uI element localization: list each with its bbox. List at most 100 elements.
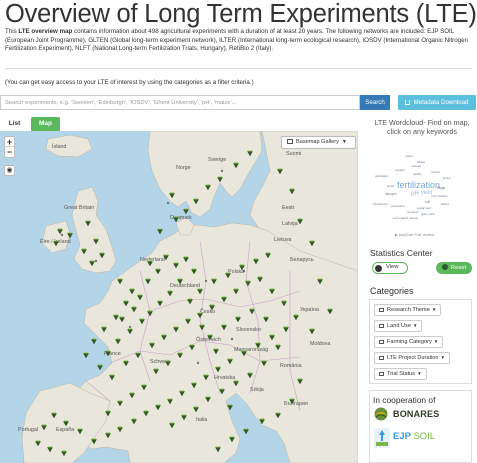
category-label: LTE Project Duration [387,355,439,361]
wordcloud-word[interactable]: maize [405,154,413,158]
reset-button[interactable]: Reset [436,262,472,274]
bonares-logo-text: BONARES [393,409,440,419]
map-label: Беларусь [290,257,314,263]
map-label: Magyarország [234,347,268,353]
search-input[interactable] [0,95,360,110]
metadata-download-button[interactable]: Metadata Download [398,95,476,110]
wordcloud-word[interactable]: liming [443,176,451,180]
category-label: Land Use [387,323,411,329]
reset-icon [441,264,448,271]
wordcloud-word[interactable]: soil organic carbon [393,216,418,220]
map-label: España [56,427,74,433]
map-label: Deutschland [170,283,200,289]
wordcloud-word[interactable]: soil [425,200,430,204]
category-icon [379,323,384,328]
map-label: Sverige [208,157,226,163]
map-label: България [284,401,308,407]
locate-icon[interactable]: ◉ [4,165,15,176]
zoom-out-button[interactable]: − [5,147,14,157]
caret-down-icon: ▼ [417,371,422,376]
map-label: Suomi [286,151,301,157]
tab-map[interactable]: Map [31,117,60,131]
zoom-control[interactable]: + − [4,136,15,158]
toggle-knob [375,264,382,272]
map-label: Україна [300,307,319,313]
wordcloud-word[interactable]: potassium [391,204,405,208]
wordcloud-word[interactable]: grain yield [421,212,435,216]
map-label: Latvija [282,221,298,227]
map-view[interactable]: Ísland Norge Sverige Suomi Eesti Latvija… [0,131,358,463]
category-label: Research Theme [387,307,430,313]
basemap-gallery-button[interactable]: Basemap Gallery ▼ [281,136,356,149]
category-label: Farming Category [387,339,432,345]
ejp-soil-logo-text: EJP SOIL [393,431,436,442]
map-canvas[interactable]: Ísland Norge Sverige Suomi Eesti Latvija… [0,131,358,463]
statistics-center-heading: Statistics Center [370,248,433,258]
category-icon [379,339,384,344]
wordcloud-word[interactable]: wheat [417,160,425,164]
wordcloud-word[interactable]: grassland [375,174,388,178]
bonares-logo[interactable]: BONARES [373,407,439,421]
map-label: România [280,363,302,369]
map-label: Danmark [170,215,192,221]
map-label: Lietuva [274,237,291,243]
intro-text: This LTE overview map contains informati… [5,28,468,53]
wordcloud-word[interactable]: compost [407,210,418,214]
page-title: Overview of Long Term Experiments (LTE) [5,0,477,28]
category-trial-status[interactable]: Trial Status ▼ [374,368,427,380]
map-label: Srbija [250,387,264,393]
map-label: Nederland [140,257,165,263]
category-farming-category[interactable]: Farming Category ▼ [374,336,444,348]
map-label: Moldova [310,341,330,347]
wordcloud-word[interactable]: tillage [437,186,445,190]
experiment-marker[interactable] [157,227,163,235]
experiment-marker[interactable] [183,207,189,215]
wordcloud-word[interactable]: manure [411,164,421,168]
category-icon [379,371,384,376]
categories-heading: Categories [370,286,414,296]
wordcloud-word[interactable]: organic [395,168,405,172]
reset-label: Reset [450,265,467,271]
wordcloud-word[interactable]: quality [413,172,422,176]
wordcloud-word[interactable]: phosphorus [373,202,389,206]
category-research-theme[interactable]: Research Theme ▼ [374,304,442,316]
view-toggle[interactable]: View [372,262,408,274]
wordcloud-word[interactable]: pH [411,191,419,197]
caret-down-icon: ▼ [431,307,437,312]
caret-down-icon: ▼ [412,323,418,328]
view-label: View [386,264,399,270]
wordcloud-word[interactable]: crop rotation [431,194,448,198]
wordcloud[interactable]: fertilization pH yield nitrogen tillage … [367,140,473,235]
experiment-marker[interactable] [243,427,249,435]
download-icon [405,99,411,105]
chevron-down-icon: ▼ [341,139,347,145]
metadata-download-label: Metadata Download [413,99,469,106]
wordcloud-word[interactable]: fertilization [397,180,440,190]
map-label: Italia [196,417,207,423]
wordcloud-word[interactable]: carbon [431,170,440,174]
divider [5,68,472,69]
experiment-marker[interactable] [91,337,97,345]
wordcloud-credit: ▶ AnyChart Trial Version [395,233,435,237]
basemap-icon [287,139,293,145]
wordcloud-word[interactable]: sugar beet [417,206,431,210]
experiment-marker[interactable] [83,351,89,359]
search-button[interactable]: Search [360,95,390,110]
categories-panel: Research Theme ▼ Land Use ▼ Farming Catego… [369,299,472,384]
map-label: Eesti [282,205,294,211]
experiment-marker[interactable] [97,363,103,371]
tab-list[interactable]: List [3,117,26,131]
wordcloud-word[interactable]: straw [387,184,394,188]
caret-down-icon: ▼ [433,339,439,344]
wordcloud-word[interactable]: nitrogen [385,192,397,196]
zoom-in-button[interactable]: + [5,137,14,147]
ejp-soil-logo[interactable]: EJP SOIL [373,427,443,449]
map-label: Slovensko [236,327,261,333]
category-land-use[interactable]: Land Use ▼ [374,320,423,332]
caret-down-icon: ▼ [440,355,445,360]
ejp-soil-mark-icon [374,428,390,448]
wordcloud-word[interactable]: barley [441,202,449,206]
category-lte-project-duration[interactable]: LTE Project Duration ▼ [374,352,450,364]
basemap-gallery-label: Basemap Gallery [296,139,339,145]
wordcloud-title: LTE Wordcloud- Find on map, click on any… [374,118,470,136]
